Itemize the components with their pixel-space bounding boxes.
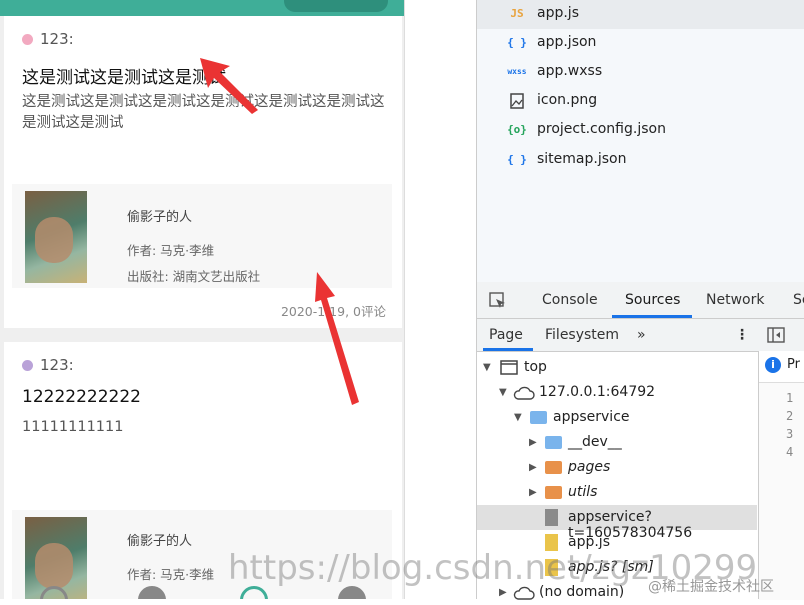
tree-item-host[interactable]: ▼ 127.0.0.1:64792 xyxy=(477,380,757,405)
tree-item-top[interactable]: ▼ top xyxy=(477,355,757,380)
wxss-file-icon: wxss xyxy=(507,67,527,76)
subtab-filesystem[interactable]: Filesystem xyxy=(545,327,619,343)
book-title: 偷影子的人 xyxy=(127,210,193,225)
sources-subtabs: Page Filesystem » ⋮ xyxy=(477,319,804,352)
card-user: 123: xyxy=(22,356,74,374)
book-publisher: 出版社: 湖南文艺出版社 xyxy=(127,269,261,284)
cloud-icon xyxy=(513,386,535,400)
active-tab-indicator xyxy=(612,315,692,318)
toggle-sidebar-icon[interactable] xyxy=(767,327,785,343)
book-author: 作者: 马克·李维 xyxy=(127,243,215,258)
file-name: sitemap.json xyxy=(537,151,627,167)
card-user: 123: xyxy=(22,30,74,48)
line-numbers: 1 2 3 4 xyxy=(759,382,804,600)
file-name: icon.png xyxy=(537,92,598,108)
json-file-icon: { } xyxy=(507,153,527,166)
user-dot xyxy=(22,34,33,45)
collapse-arrow-icon: ▶ xyxy=(529,487,537,498)
kebab-menu-icon[interactable]: ⋮ xyxy=(735,327,749,343)
pane-header: Pr xyxy=(787,357,800,372)
config-file-icon: {o} xyxy=(507,123,527,136)
tab-icon[interactable] xyxy=(40,586,68,599)
tab-sources[interactable]: Sources xyxy=(625,292,680,308)
tree-item-pages[interactable]: ▶ pages xyxy=(477,455,757,480)
file-row-sitemap-json[interactable]: { } sitemap.json xyxy=(477,146,804,175)
file-row-project-config[interactable]: {o} project.config.json xyxy=(477,116,804,145)
collapse-arrow-icon: ▶ xyxy=(529,437,537,448)
tab-console[interactable]: Console xyxy=(542,292,598,308)
card-title: 这是测试这是测试这是测试 xyxy=(22,68,226,88)
expand-arrow-icon: ▼ xyxy=(514,412,522,423)
book-author: 作者: 马克·李维 xyxy=(127,567,215,582)
file-name: app.wxss xyxy=(537,63,603,79)
file-icon xyxy=(545,509,558,526)
file-row-app-wxss[interactable]: wxss app.wxss xyxy=(477,58,804,87)
tab-network[interactable]: Network xyxy=(706,292,764,308)
watermark-cn: @稀土掘金技术社区 xyxy=(648,579,774,595)
file-row-app-js[interactable]: JS app.js xyxy=(477,0,804,29)
tree-item-dev[interactable]: ▶ __dev__ xyxy=(477,430,757,455)
more-tabs-button[interactable]: » xyxy=(637,327,646,343)
top-bar xyxy=(0,0,404,16)
inspect-element-icon[interactable] xyxy=(489,292,507,310)
file-name: app.js xyxy=(537,5,579,21)
js-file-icon: JS xyxy=(510,7,524,20)
top-bar-button[interactable] xyxy=(284,0,388,12)
info-icon: i xyxy=(765,357,781,373)
folder-icon xyxy=(545,486,562,499)
subtab-page[interactable]: Page xyxy=(489,327,523,343)
file-list: JS app.js { } app.json wxss app.wxss ico… xyxy=(476,0,804,282)
red-arrow-icon xyxy=(315,272,359,405)
book-title: 偷影子的人 xyxy=(127,534,193,549)
tree-item-appservice[interactable]: ▼ appservice xyxy=(477,405,757,430)
card-body: 11111111111 xyxy=(22,419,124,435)
expand-arrow-icon: ▼ xyxy=(483,362,491,373)
json-file-icon: { } xyxy=(507,36,527,49)
devtools-tabbar: Console Sources Network Se xyxy=(477,282,804,319)
editor-pane: i Pr 1 2 3 4 xyxy=(758,351,804,600)
window-icon xyxy=(500,360,518,375)
file-name: app.json xyxy=(537,34,597,50)
collapse-arrow-icon: ▶ xyxy=(499,587,507,598)
folder-icon xyxy=(545,461,562,474)
file-row-icon-png[interactable]: icon.png xyxy=(477,87,804,116)
tab-security[interactable]: Se xyxy=(793,292,804,308)
tab-icon[interactable] xyxy=(138,586,166,599)
collapse-arrow-icon: ▶ xyxy=(529,462,537,473)
active-subtab-indicator xyxy=(483,348,533,351)
expand-arrow-icon: ▼ xyxy=(499,387,507,398)
image-file-icon xyxy=(510,93,524,109)
tree-item-utils[interactable]: ▶ utils xyxy=(477,480,757,505)
user-dot xyxy=(22,360,33,371)
phone-preview: 123: 这是测试这是测试这是测试 这是测试这是测试这是测试这是测试这是测试这是… xyxy=(0,0,404,599)
card-title: 12222222222 xyxy=(22,387,141,407)
divider xyxy=(404,0,477,599)
book-cover-image xyxy=(25,191,87,283)
file-row-app-json[interactable]: { } app.json xyxy=(477,29,804,58)
cloud-icon xyxy=(513,586,535,600)
file-name: project.config.json xyxy=(537,121,666,137)
red-arrow-icon xyxy=(200,58,258,114)
folder-icon xyxy=(530,411,547,424)
folder-icon xyxy=(545,436,562,449)
tree-item-appservice-file[interactable]: appservice?t=160578304756 xyxy=(477,505,757,541)
